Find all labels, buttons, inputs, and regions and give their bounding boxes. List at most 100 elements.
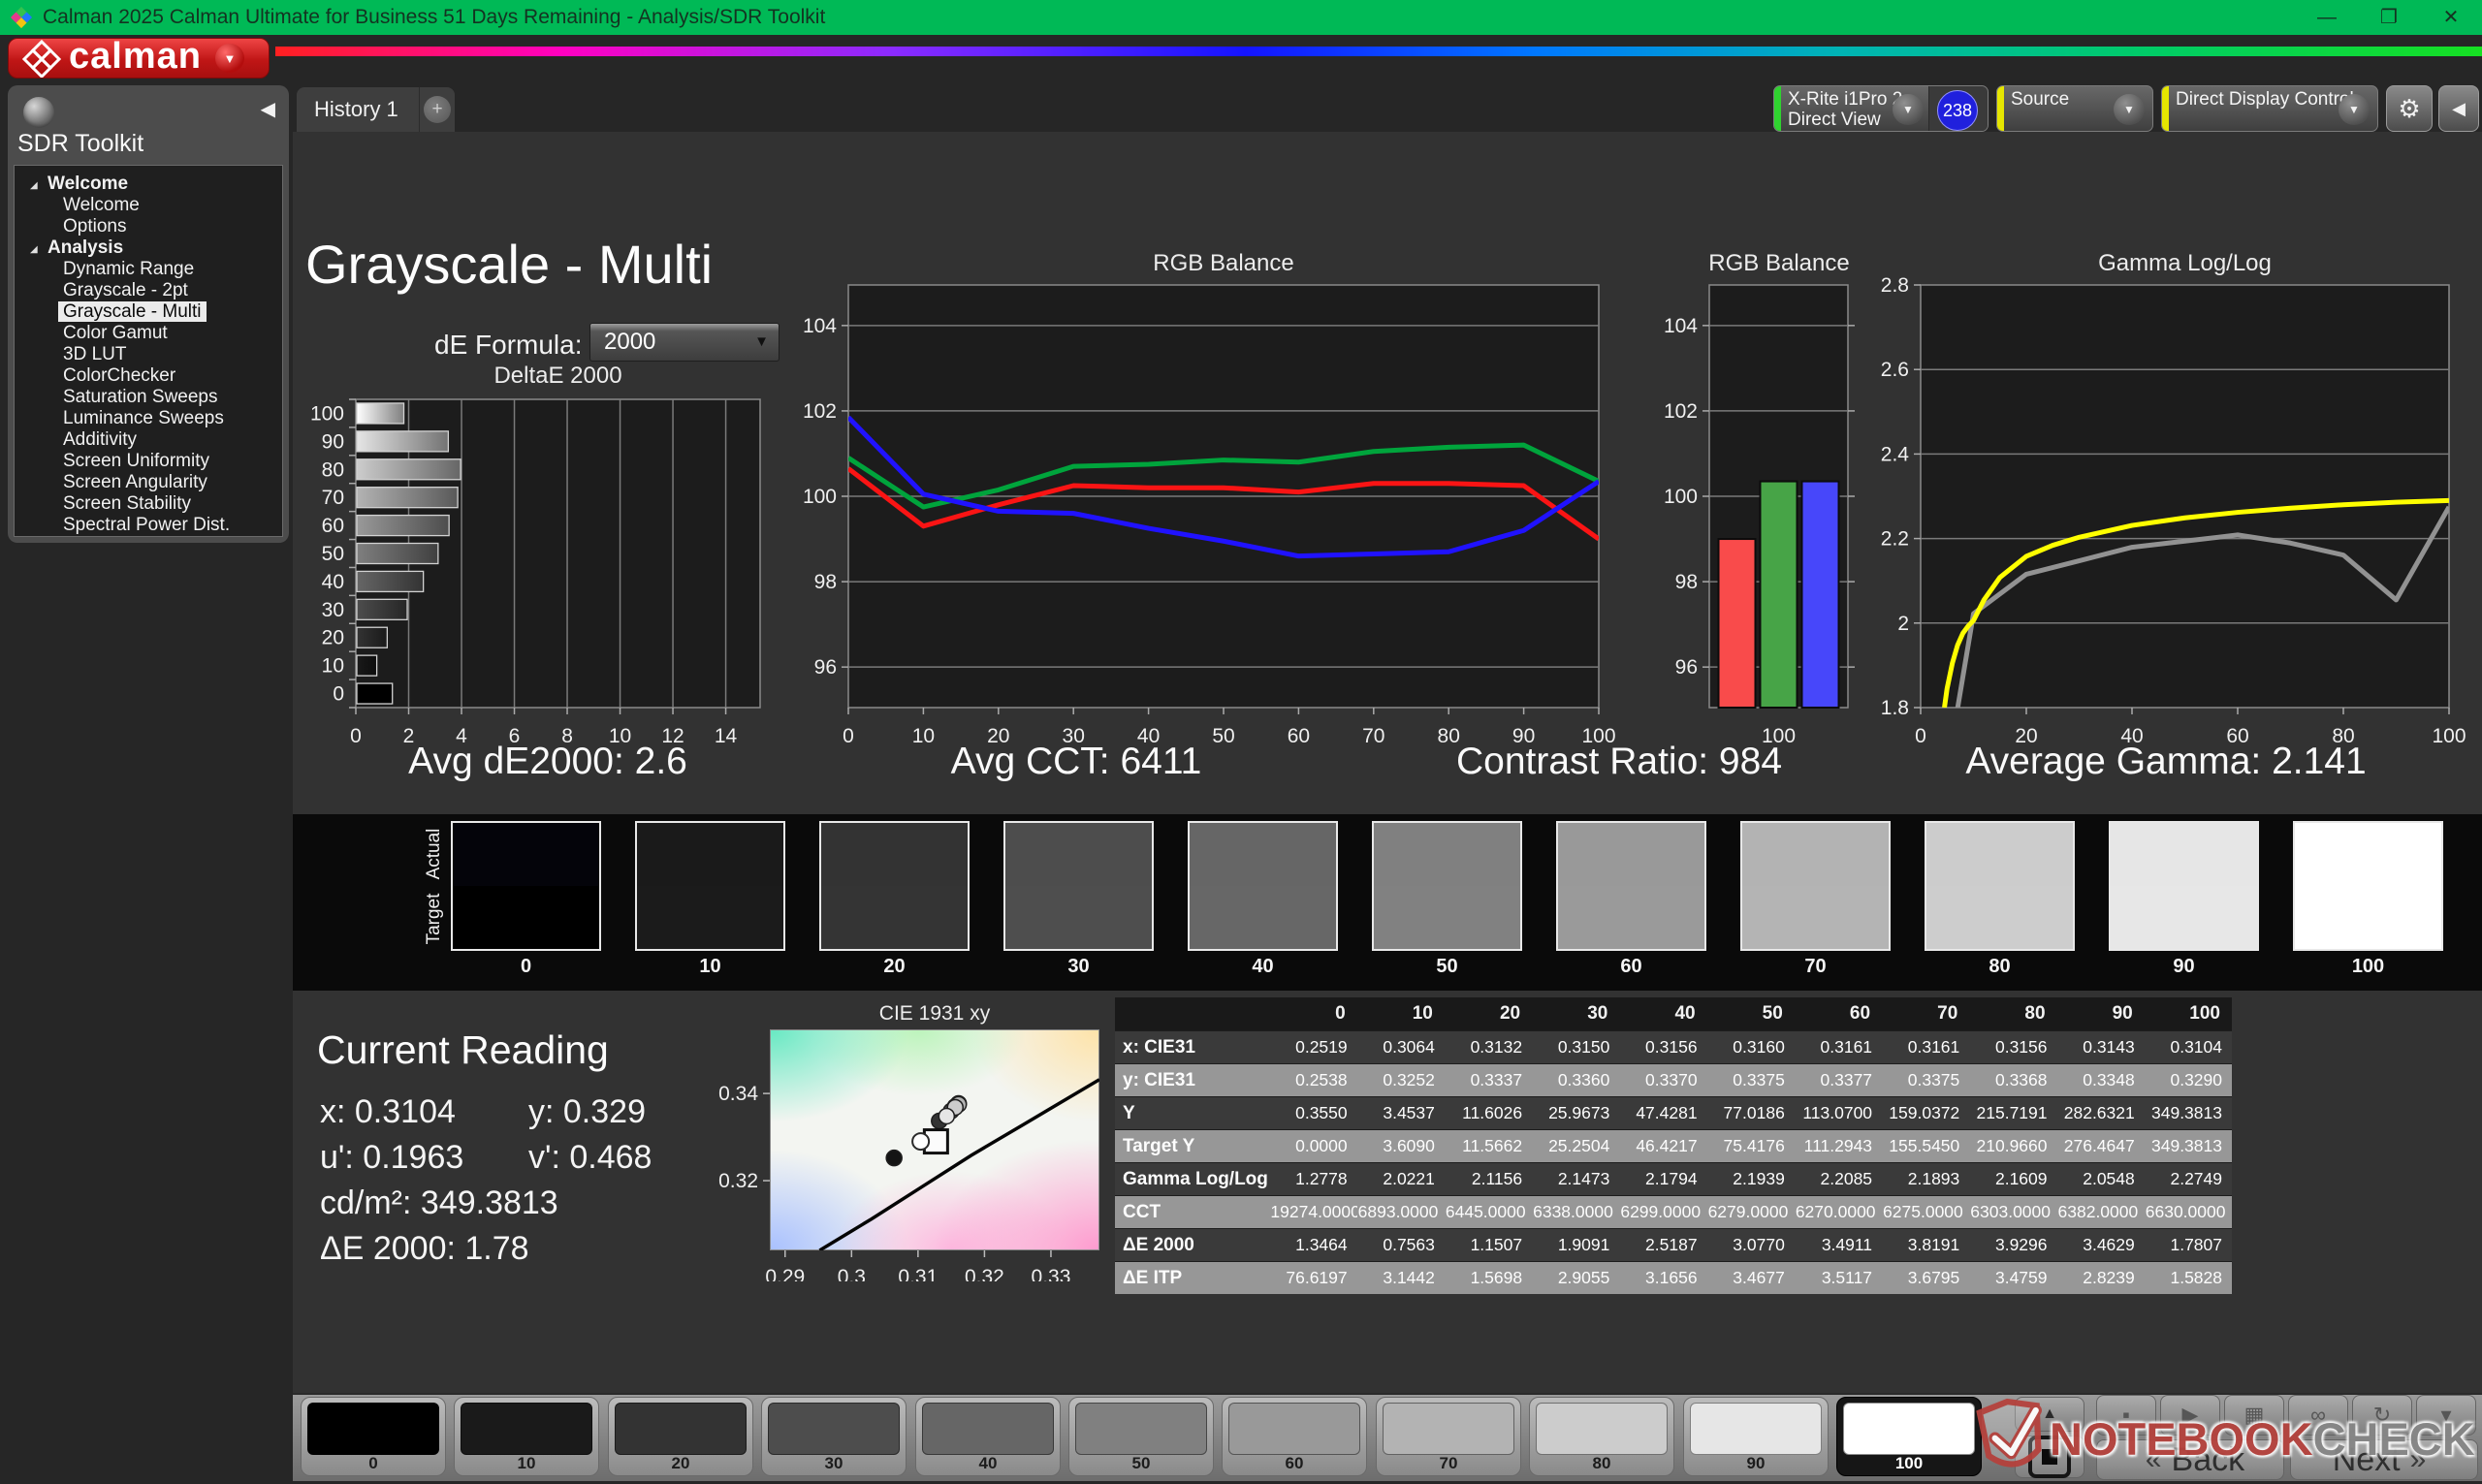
swatch-60 bbox=[1556, 821, 1706, 951]
table-cell: 2.9055 bbox=[1532, 1261, 1620, 1294]
pattern-tool-button-5[interactable]: ▾ bbox=[2416, 1395, 2476, 1436]
svg-text:0.29: 0.29 bbox=[765, 1266, 805, 1281]
sidebar-orb-button[interactable] bbox=[23, 97, 54, 128]
pattern-button-20[interactable]: 20 bbox=[608, 1397, 753, 1476]
svg-text:2: 2 bbox=[1897, 613, 1909, 635]
sidebar-item-welcome[interactable]: Welcome bbox=[15, 195, 282, 216]
pattern-button-90[interactable]: 90 bbox=[1683, 1397, 1829, 1476]
pattern-button-0[interactable]: 0 bbox=[301, 1397, 446, 1476]
pattern-scroll-up-button[interactable]: ▲ bbox=[2015, 1397, 2084, 1432]
sidebar-item-grayscale-2pt[interactable]: Grayscale - 2pt bbox=[15, 280, 282, 301]
expander-icon[interactable]: ◢ bbox=[30, 239, 44, 261]
chevron-left-icon: « bbox=[2145, 1443, 2162, 1475]
pattern-tool-button-0[interactable]: ▪ bbox=[2096, 1395, 2156, 1436]
sidebar-item-screen-uniformity[interactable]: Screen Uniformity bbox=[15, 451, 282, 472]
swatch-target-color bbox=[637, 886, 783, 949]
sidebar-item-options[interactable]: Options bbox=[15, 216, 282, 237]
table-row: y: CIE31 0.2538 0.3252 0.3337 0.3360 0.3370 0.… bbox=[1115, 1063, 2232, 1097]
table-cell: 11.5662 bbox=[1444, 1129, 1533, 1163]
table-column-header: 20 bbox=[1444, 997, 1533, 1031]
settings-button[interactable]: ⚙ bbox=[2386, 85, 2433, 132]
sidebar-item-analysis[interactable]: ◢ Analysis bbox=[15, 237, 282, 259]
table-cell: 1.9091 bbox=[1532, 1228, 1620, 1262]
tool-icon: ▦ bbox=[2243, 1403, 2265, 1427]
table-cell: 2.1893 bbox=[1882, 1162, 1970, 1196]
expander-icon[interactable]: ◢ bbox=[30, 175, 44, 197]
pattern-button-60[interactable]: 60 bbox=[1222, 1397, 1367, 1476]
sidebar-item-dynamic-range[interactable]: Dynamic Range bbox=[15, 259, 282, 280]
pattern-window-size-button[interactable] bbox=[2015, 1436, 2084, 1478]
app-logo-icon bbox=[10, 6, 33, 29]
calman-logo-button[interactable]: calman ▼ bbox=[8, 36, 270, 79]
table-row-label: Y bbox=[1115, 1096, 1270, 1130]
sidebar-item-3d-lut[interactable]: 3D LUT bbox=[15, 344, 282, 365]
pattern-tool-button-4[interactable]: ↻ bbox=[2352, 1395, 2412, 1436]
pattern-chip bbox=[768, 1403, 900, 1455]
maximize-icon[interactable]: ❐ bbox=[2358, 0, 2420, 35]
pattern-button-30[interactable]: 30 bbox=[761, 1397, 907, 1476]
meter-status-stripe bbox=[1774, 86, 1781, 131]
sidebar-item-additivity[interactable]: Additivity bbox=[15, 429, 282, 451]
collapse-panel-button[interactable]: ◀ bbox=[2438, 85, 2479, 132]
svg-text:50: 50 bbox=[322, 543, 344, 565]
swatch-target-color bbox=[453, 886, 599, 949]
sidebar-item-luminance-sweeps[interactable]: Luminance Sweeps bbox=[15, 408, 282, 429]
table-cell: 0.3360 bbox=[1532, 1063, 1620, 1097]
source-status-stripe bbox=[1997, 86, 2004, 131]
minimize-icon[interactable]: — bbox=[2296, 0, 2358, 35]
pattern-tool-button-2[interactable]: ▦ bbox=[2224, 1395, 2284, 1436]
sidebar-item-grayscale-multi[interactable]: Grayscale - Multi bbox=[15, 301, 282, 323]
chevron-down-icon: ▼ bbox=[1893, 94, 1924, 125]
pattern-button-80[interactable]: 80 bbox=[1529, 1397, 1674, 1476]
pattern-level-label: 80 bbox=[1592, 1454, 1611, 1472]
pattern-tool-button-3[interactable]: ∞ bbox=[2288, 1395, 2348, 1436]
table-column-header: 70 bbox=[1882, 997, 1970, 1031]
logo-menu-chevron-icon[interactable]: ▼ bbox=[214, 44, 244, 73]
close-icon[interactable]: ✕ bbox=[2420, 0, 2482, 35]
pattern-chip bbox=[922, 1403, 1054, 1455]
pattern-button-70[interactable]: 70 bbox=[1376, 1397, 1521, 1476]
pattern-button-10[interactable]: 10 bbox=[454, 1397, 599, 1476]
pattern-level-label: 50 bbox=[1131, 1454, 1151, 1472]
sidebar-item-color-gamut[interactable]: Color Gamut bbox=[15, 323, 282, 344]
sidebar-item-screen-angularity[interactable]: Screen Angularity bbox=[15, 472, 282, 493]
svg-text:96: 96 bbox=[1675, 656, 1698, 679]
tab-history-1[interactable]: History 1 bbox=[297, 87, 419, 132]
page-title: Grayscale - Multi bbox=[305, 234, 714, 295]
table-cell: 6445.0000 bbox=[1444, 1195, 1533, 1229]
display-control-dropdown[interactable]: Direct Display Control ▼ bbox=[2161, 85, 2378, 132]
sidebar-collapse-icon[interactable]: ◀ bbox=[261, 97, 275, 121]
sidebar-item-welcome[interactable]: ◢ Welcome bbox=[15, 174, 282, 195]
pattern-tool-button-1[interactable]: ▶ bbox=[2160, 1395, 2220, 1436]
pattern-chip bbox=[1843, 1403, 1975, 1455]
table-row-label: ΔE 2000 bbox=[1115, 1228, 1270, 1262]
pattern-button-100[interactable]: 100 bbox=[1836, 1397, 1982, 1476]
source-dropdown[interactable]: Source ▼ bbox=[1996, 85, 2153, 132]
table-column-header: 30 bbox=[1532, 997, 1620, 1031]
table-column-header: 100 bbox=[2144, 997, 2232, 1031]
de-formula-select[interactable]: 2000 ▼ bbox=[589, 323, 780, 362]
svg-text:100: 100 bbox=[803, 486, 837, 508]
svg-text:0: 0 bbox=[843, 725, 854, 747]
tool-icon: ▾ bbox=[2440, 1403, 2452, 1427]
sidebar-item-screen-stability[interactable]: Screen Stability bbox=[15, 493, 282, 515]
chevron-down-icon: ▼ bbox=[754, 333, 769, 350]
table-cell: 2.0221 bbox=[1356, 1162, 1445, 1196]
table-cell: 2.2085 bbox=[1794, 1162, 1883, 1196]
rainbow-divider bbox=[275, 47, 2482, 56]
table-cell: 3.6795 bbox=[1882, 1261, 1970, 1294]
pattern-chip bbox=[1228, 1403, 1360, 1455]
sidebar-item-spectral-power-dist-[interactable]: Spectral Power Dist. bbox=[15, 515, 282, 536]
svg-text:10: 10 bbox=[912, 725, 935, 747]
meter-dropdown[interactable]: X-Rite i1Pro 2 Direct View ▼ 238 bbox=[1773, 85, 1989, 132]
sidebar-item-colorchecker[interactable]: ColorChecker bbox=[15, 365, 282, 387]
pattern-button-40[interactable]: 40 bbox=[915, 1397, 1061, 1476]
next-button[interactable]: Next » bbox=[2290, 1439, 2478, 1480]
swatch-actual-color bbox=[1742, 823, 1889, 886]
back-button[interactable]: « Back bbox=[2096, 1439, 2284, 1480]
add-tab-button[interactable]: + bbox=[419, 87, 455, 132]
svg-text:2.2: 2.2 bbox=[1881, 528, 1909, 551]
pattern-button-50[interactable]: 50 bbox=[1068, 1397, 1214, 1476]
sidebar-item-saturation-sweeps[interactable]: Saturation Sweeps bbox=[15, 387, 282, 408]
pattern-level-label: 90 bbox=[1746, 1454, 1766, 1472]
